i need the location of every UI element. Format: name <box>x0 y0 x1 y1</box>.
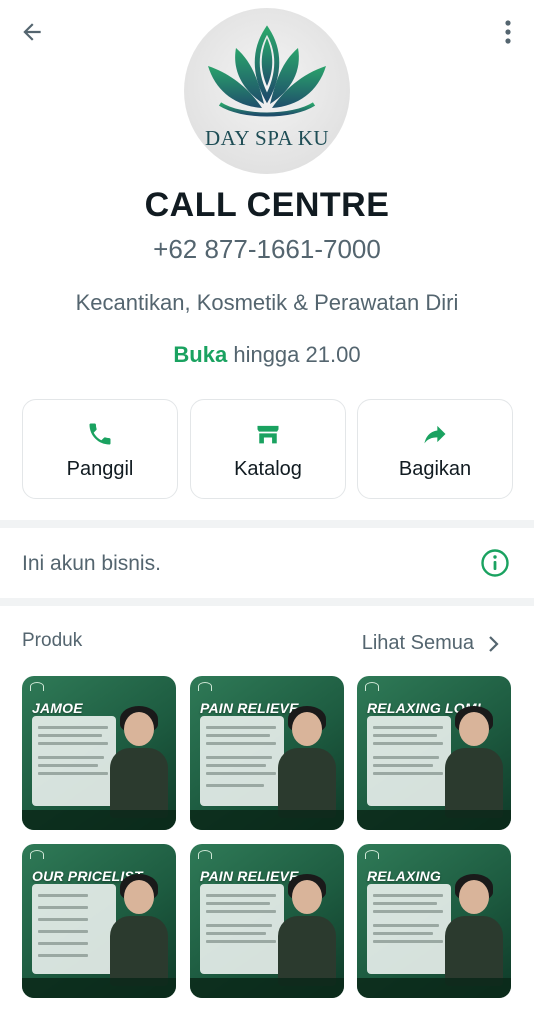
product-card[interactable]: PAIN RELIEVE <box>190 844 344 998</box>
more-vertical-icon <box>505 20 511 44</box>
share-icon <box>424 425 446 444</box>
chevron-right-icon <box>489 635 499 652</box>
call-button-label: Panggil <box>66 458 134 480</box>
card-footer <box>190 978 344 998</box>
business-category: Kecantikan, Kosmetik & Perawatan Diri <box>75 290 459 315</box>
hours-status: Buka <box>173 342 228 367</box>
business-account-text: Ini akun bisnis. <box>22 552 161 575</box>
section-divider <box>0 520 534 528</box>
products-header: Produk Lihat Semua <box>0 620 534 664</box>
product-card[interactable]: PAIN RELIEVE <box>190 676 344 830</box>
store-icon <box>257 425 279 444</box>
business-account-row[interactable]: Ini akun bisnis. <box>0 530 534 596</box>
arrow-left-icon <box>23 23 41 41</box>
catalog-button[interactable]: Katalog <box>190 399 346 499</box>
product-description-panel <box>200 884 284 974</box>
catalog-button-label: Katalog <box>234 458 302 480</box>
action-buttons: Panggil Katalog Bagikan <box>22 399 513 499</box>
see-all-label: Lihat Semua <box>361 632 474 654</box>
product-title: PAIN RELIEVE <box>200 868 299 884</box>
product-card[interactable]: RELAXING LOMI <box>357 676 511 830</box>
brand-logo-icon <box>30 682 44 691</box>
business-hours[interactable]: Buka hingga 21.00 <box>0 342 534 368</box>
brand-logo-icon <box>365 850 379 859</box>
business-name: CALL CENTRE <box>144 186 390 224</box>
product-description-panel <box>367 716 451 806</box>
info-button[interactable] <box>480 548 510 578</box>
product-title: PAIN RELIEVE <box>200 700 299 716</box>
see-all-link[interactable]: Lihat Semua <box>362 632 500 655</box>
product-description-panel <box>200 716 284 806</box>
share-button[interactable]: Bagikan <box>357 399 513 499</box>
phone-icon <box>89 423 111 445</box>
card-footer <box>22 810 176 830</box>
back-button[interactable] <box>14 14 50 50</box>
phone-number[interactable]: +62 877-1661-7000 <box>0 234 534 265</box>
share-button-label: Bagikan <box>398 458 472 480</box>
brand-logo-icon <box>365 682 379 691</box>
product-description-panel <box>367 884 451 974</box>
brand-logo-icon <box>198 682 212 691</box>
card-footer <box>357 810 511 830</box>
product-title: JAMOE <box>32 700 83 716</box>
card-footer <box>22 978 176 998</box>
brand-logo-icon <box>198 850 212 859</box>
hours-text: hingga 21.00 <box>227 342 361 367</box>
call-button[interactable]: Panggil <box>22 399 178 499</box>
avatar-brand-text: DAY SPA KU <box>204 126 330 150</box>
product-card[interactable]: RELAXING <box>357 844 511 998</box>
section-divider <box>0 598 534 606</box>
card-footer <box>357 978 511 998</box>
product-description-panel <box>32 716 116 806</box>
products-title: Produk <box>22 630 83 651</box>
more-options-button[interactable] <box>496 14 520 50</box>
product-card[interactable]: JAMOE <box>22 676 176 830</box>
product-description-panel <box>32 884 116 974</box>
card-footer <box>190 810 344 830</box>
product-card[interactable]: OUR PRICELIST <box>22 844 176 998</box>
product-title: RELAXING <box>367 868 441 884</box>
profile-avatar[interactable]: DAY SPA KU <box>184 8 350 174</box>
brand-logo-icon <box>30 850 44 859</box>
info-icon <box>481 549 509 577</box>
